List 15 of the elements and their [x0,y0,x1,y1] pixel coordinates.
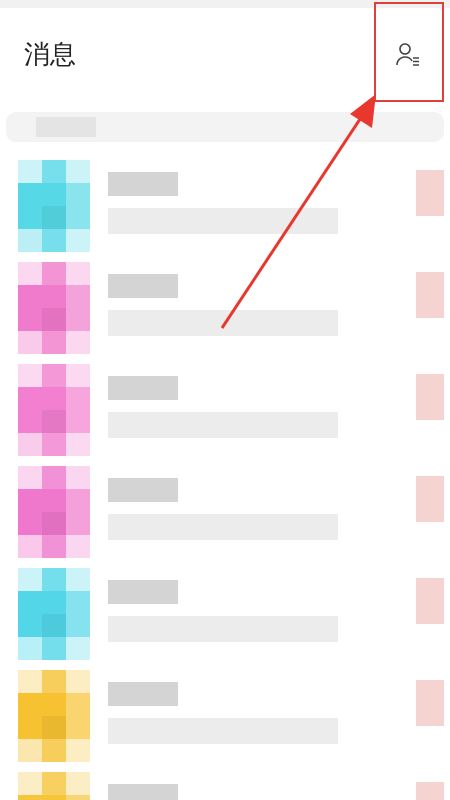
blurred-badge [416,374,444,420]
blurred-badge [416,476,444,522]
blurred-search-bar[interactable] [6,112,444,142]
blurred-badge [416,170,444,216]
blurred-name [108,376,178,400]
contacts-icon [395,41,421,67]
blurred-name [108,682,178,706]
page-title: 消息 [24,38,76,70]
blurred-name [108,580,178,604]
blurred-badge [416,578,444,624]
blurred-badge [416,272,444,318]
blurred-name [108,274,178,298]
blurred-name [108,172,178,196]
blurred-name [108,478,178,502]
blurred-badge [416,680,444,726]
